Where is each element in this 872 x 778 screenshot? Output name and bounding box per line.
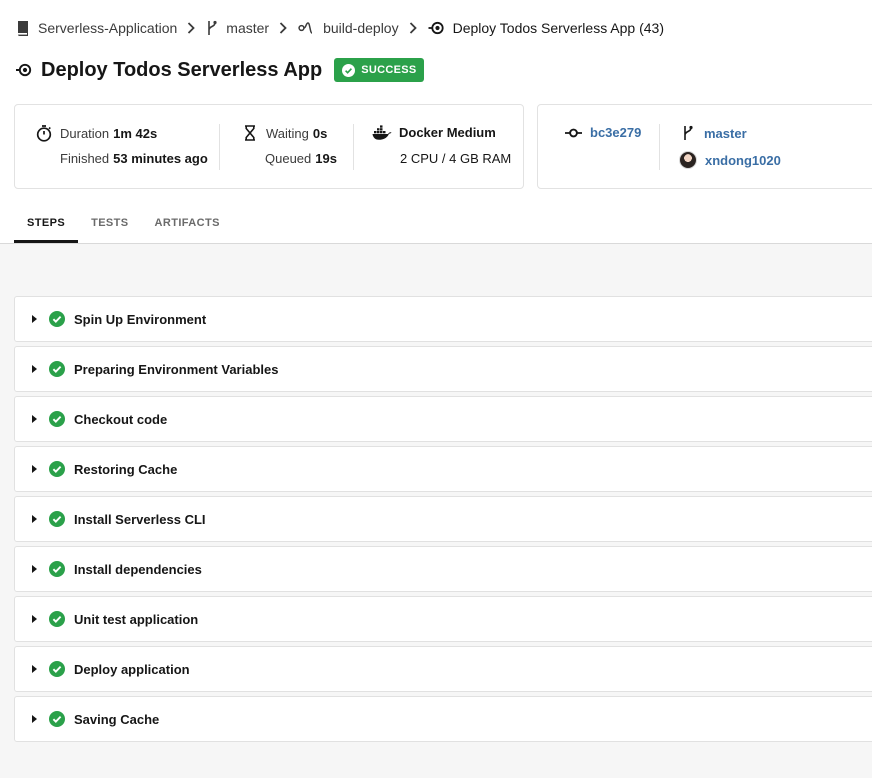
check-circle-icon (49, 561, 65, 577)
step-row[interactable]: Saving Cache (14, 696, 872, 742)
branch-link[interactable]: master (704, 126, 747, 141)
executor-spec: 2 CPU / 4 GB RAM (400, 151, 511, 166)
step-label: Unit test application (74, 611, 199, 627)
caret-right-icon[interactable] (32, 615, 38, 623)
author-link[interactable]: xndong1020 (705, 153, 781, 168)
job-icon (16, 63, 32, 77)
job-tabs: STEPS TESTS ARTIFACTS (0, 203, 872, 244)
status-badge-label: SUCCESS (361, 64, 417, 76)
queued-value: 19s (315, 151, 337, 166)
commit-author: xndong1020 (679, 151, 781, 169)
step-label: Checkout code (74, 411, 168, 427)
job-page: Serverless-Application master build-depl… (0, 0, 872, 778)
executor-spec-value: 2 CPU / 4 GB RAM (400, 151, 512, 166)
finished-metric: Finished 53 minutes ago (60, 151, 208, 166)
check-circle-icon (49, 311, 65, 327)
git-branch-icon (206, 20, 218, 36)
commit-sha-link[interactable]: bc3e279 (590, 125, 641, 140)
tab-steps[interactable]: STEPS (14, 203, 79, 243)
waiting-value: 0s (312, 125, 328, 141)
workflow-icon (298, 21, 315, 35)
commit-branch: master (682, 125, 747, 141)
breadcrumb-project-label: Serverless-Application (38, 20, 178, 36)
divider (353, 124, 354, 170)
chevron-right-icon (279, 22, 287, 34)
check-circle-icon (49, 361, 65, 377)
step-label: Spin Up Environment (74, 311, 207, 327)
git-branch-icon (682, 125, 694, 141)
check-circle-icon (49, 511, 65, 527)
executor-name: Docker Medium (399, 125, 496, 140)
divider (219, 124, 220, 170)
breadcrumb-workflow[interactable]: build-deploy (298, 20, 399, 36)
git-commit-icon (565, 128, 582, 138)
check-circle-icon (49, 411, 65, 427)
step-label: Deploy application (74, 661, 190, 677)
job-header: Deploy Todos Serverless App SUCCESS (16, 57, 425, 83)
caret-right-icon[interactable] (32, 515, 38, 523)
breadcrumb-job: Deploy Todos Serverless App (43) (428, 20, 664, 36)
breadcrumb-branch[interactable]: master (206, 20, 269, 36)
caret-right-icon[interactable] (32, 315, 38, 323)
duration-metric: Duration 1m 42s (36, 125, 157, 142)
check-circle-icon (49, 611, 65, 627)
breadcrumb-branch-label: master (226, 20, 270, 36)
step-row[interactable]: Restoring Cache (14, 446, 872, 492)
caret-right-icon[interactable] (32, 465, 38, 473)
check-circle-icon (342, 63, 356, 77)
breadcrumb-project[interactable]: Serverless-Application (16, 20, 177, 36)
tab-tests[interactable]: TESTS (78, 203, 141, 243)
chevron-right-icon (409, 22, 417, 34)
step-label: Preparing Environment Variables (74, 361, 279, 377)
commit-info-card: bc3e279 master xndong1020 (537, 104, 872, 189)
step-label: Install dependencies (74, 561, 202, 577)
duration-value: 1m 42s (113, 126, 158, 141)
queued-label: Queued (265, 151, 312, 166)
stopwatch-icon (36, 125, 52, 142)
commit-metric: bc3e279 (565, 125, 641, 140)
avatar (679, 151, 697, 169)
finished-label: Finished (60, 151, 110, 166)
chevron-right-icon (187, 22, 196, 34)
caret-right-icon[interactable] (32, 415, 38, 423)
check-circle-icon (49, 661, 65, 677)
job-metrics-card: Duration 1m 42s Finished 53 minutes ago … (14, 104, 524, 189)
check-circle-icon (49, 461, 65, 477)
status-badge: SUCCESS (334, 58, 425, 82)
caret-right-icon[interactable] (32, 365, 38, 373)
caret-right-icon[interactable] (32, 665, 38, 673)
queued-metric: Queued 19s (265, 151, 337, 166)
step-label: Saving Cache (74, 711, 160, 727)
step-label: Install Serverless CLI (74, 511, 206, 527)
step-row[interactable]: Checkout code (14, 396, 872, 442)
tab-artifacts[interactable]: ARTIFACTS (142, 203, 233, 243)
breadcrumb: Serverless-Application master build-depl… (16, 18, 664, 38)
step-row[interactable]: Install Serverless CLI (14, 496, 872, 542)
step-row[interactable]: Unit test application (14, 596, 872, 642)
breadcrumb-workflow-label: build-deploy (323, 20, 399, 36)
steps-panel: Spin Up Environment Preparing Environment… (0, 244, 872, 778)
breadcrumb-job-label: Deploy Todos Serverless App (43) (452, 20, 665, 36)
divider (659, 124, 660, 170)
step-row[interactable]: Deploy application (14, 646, 872, 692)
waiting-metric: Waiting 0s (244, 125, 327, 141)
waiting-label: Waiting (266, 125, 309, 141)
duration-label: Duration (60, 126, 110, 141)
step-label: Restoring Cache (74, 461, 178, 477)
caret-right-icon[interactable] (32, 565, 38, 573)
step-row[interactable]: Preparing Environment Variables (14, 346, 872, 392)
caret-right-icon[interactable] (32, 715, 38, 723)
step-row[interactable]: Install dependencies (14, 546, 872, 592)
page-title: Deploy Todos Serverless App (41, 58, 323, 81)
check-circle-icon (49, 711, 65, 727)
finished-value: 53 minutes ago (113, 151, 208, 166)
book-icon (16, 20, 30, 36)
hourglass-icon (244, 125, 256, 141)
docker-icon (372, 125, 392, 140)
executor-metric: Docker Medium (372, 125, 496, 140)
step-row[interactable]: Spin Up Environment (14, 296, 872, 342)
job-icon (428, 21, 445, 35)
